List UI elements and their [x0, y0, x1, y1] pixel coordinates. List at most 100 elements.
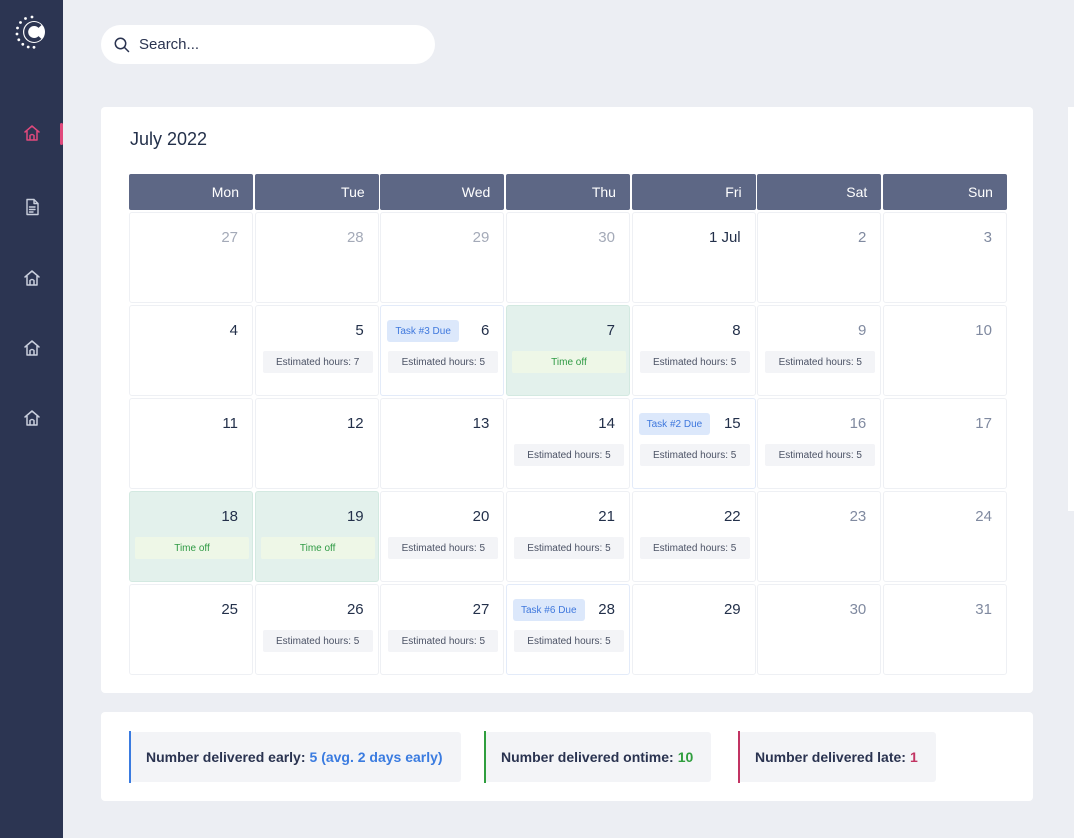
- calendar-day[interactable]: 29: [631, 584, 756, 675]
- estimated-hours-chip: Estimated hours: 5: [639, 444, 750, 466]
- stat-early-label: Number delivered early:: [146, 749, 306, 765]
- day-number: 2: [857, 229, 867, 246]
- day-number: 18: [221, 508, 238, 525]
- calendar-day[interactable]: 12: [254, 398, 379, 489]
- calendar-day[interactable]: 24: [882, 491, 1007, 582]
- stat-late-value: 1: [909, 749, 918, 765]
- calendar-day[interactable]: 4: [129, 305, 253, 396]
- calendar-week: 4 5 Estimated hours: 7 6 Task #3 Due Estimate…: [129, 305, 1007, 396]
- calendar-day[interactable]: 23: [757, 491, 882, 582]
- sidebar: [0, 0, 63, 838]
- estimated-hours-chip: Estimated hours: 7: [262, 351, 373, 373]
- stat-late-label: Number delivered late:: [755, 749, 906, 765]
- search-bar[interactable]: [101, 25, 435, 64]
- calendar-day[interactable]: 5 Estimated hours: 7: [254, 305, 379, 396]
- weekday-wed: Wed: [380, 174, 505, 210]
- nav-home[interactable]: [0, 116, 63, 150]
- day-number: 23: [849, 508, 867, 525]
- day-number: 17: [975, 415, 992, 432]
- calendar-day[interactable]: 14 Estimated hours: 5: [505, 398, 630, 489]
- calendar-day[interactable]: 2: [757, 212, 882, 303]
- day-number: 8: [732, 322, 741, 339]
- day-number: 26: [346, 601, 364, 618]
- nav-home-3[interactable]: [0, 331, 63, 365]
- day-number: 4: [229, 322, 238, 339]
- weekday-sat: Sat: [757, 174, 882, 210]
- calendar-day[interactable]: 28 Task #6 Due Estimated hours: 5: [505, 584, 630, 675]
- calendar-card: July 2022 Mon Tue Wed Thu Fri Sat Sun 27 28 29 30…: [101, 107, 1033, 693]
- day-number: 12: [346, 415, 364, 432]
- calendar-day[interactable]: 25: [129, 584, 253, 675]
- search-input[interactable]: [139, 36, 419, 53]
- day-number: 30: [598, 229, 615, 246]
- estimated-hours-chip: Estimated hours: 5: [513, 630, 624, 652]
- calendar-day[interactable]: 30: [505, 212, 630, 303]
- estimated-hours-chip: Estimated hours: 5: [388, 351, 499, 373]
- calendar-day[interactable]: 9 Estimated hours: 5: [757, 305, 882, 396]
- calendar-day[interactable]: 7 Time off: [505, 305, 630, 396]
- calendar-day[interactable]: 22 Estimated hours: 5: [631, 491, 756, 582]
- brand-logo[interactable]: [14, 14, 50, 50]
- calendar-day[interactable]: 3: [882, 212, 1007, 303]
- calendar-day[interactable]: 13: [380, 398, 505, 489]
- day-number: 3: [983, 229, 992, 246]
- day-number: 21: [598, 508, 615, 525]
- nav-home-4[interactable]: [0, 401, 63, 435]
- calendar-day[interactable]: 1 Jul: [631, 212, 756, 303]
- day-number: 15: [723, 415, 741, 432]
- calendar-grid: Mon Tue Wed Thu Fri Sat Sun 27 28 29 30 1 Jul 2 3 4 5 E…: [129, 174, 1007, 675]
- day-number: 9: [857, 322, 867, 339]
- calendar-day[interactable]: 27: [129, 212, 253, 303]
- adjacent-panel-edge: [1068, 107, 1074, 511]
- stat-early-value: 5 (avg. 2 days early): [309, 749, 443, 765]
- nav-documents[interactable]: [0, 190, 63, 224]
- nav-home-2[interactable]: [0, 261, 63, 295]
- day-number: 16: [849, 415, 867, 432]
- weekday-tue: Tue: [254, 174, 379, 210]
- calendar-day[interactable]: 29: [380, 212, 505, 303]
- calendar-day[interactable]: 6 Task #3 Due Estimated hours: 5: [380, 305, 505, 396]
- calendar-day[interactable]: 27 Estimated hours: 5: [380, 584, 505, 675]
- calendar-day[interactable]: 21 Estimated hours: 5: [505, 491, 630, 582]
- time-off-chip: Time off: [511, 351, 626, 373]
- task-due-badge[interactable]: Task #6 Due: [512, 599, 585, 621]
- calendar-day[interactable]: 15 Task #2 Due Estimated hours: 5: [631, 398, 756, 489]
- calendar-day[interactable]: 18 Time off: [129, 491, 253, 582]
- calendar-week: 27 28 29 30 1 Jul 2 3: [129, 212, 1007, 303]
- calendar-day[interactable]: 19 Time off: [254, 491, 379, 582]
- day-number: 11: [222, 415, 238, 432]
- stat-delivered-late: Number delivered late: 1: [738, 731, 936, 783]
- calendar-weeks: 27 28 29 30 1 Jul 2 3 4 5 Estimated hours: 7 6 Task…: [129, 212, 1007, 675]
- calendar-day[interactable]: 11: [129, 398, 253, 489]
- day-number: 29: [723, 601, 741, 618]
- calendar-week: 25 26 Estimated hours: 5 27 Estimated hours:…: [129, 584, 1007, 675]
- day-number: 10: [975, 322, 992, 339]
- calendar-week: 11 12 13 14 Estimated hours: 5 15 Task #2 Due E…: [129, 398, 1007, 489]
- estimated-hours-chip: Estimated hours: 5: [765, 444, 876, 466]
- calendar-day[interactable]: 31: [882, 584, 1007, 675]
- calendar-day[interactable]: 16 Estimated hours: 5: [757, 398, 882, 489]
- estimated-hours-chip: Estimated hours: 5: [513, 537, 624, 559]
- task-due-badge[interactable]: Task #2 Due: [638, 413, 711, 435]
- day-number: 7: [606, 322, 615, 339]
- home-icon: [23, 125, 40, 141]
- stat-delivered-early: Number delivered early: 5 (avg. 2 days e…: [129, 731, 461, 783]
- time-off-chip: Time off: [135, 537, 249, 559]
- day-number: 19: [346, 508, 364, 525]
- calendar-day[interactable]: 20 Estimated hours: 5: [380, 491, 505, 582]
- calendar-day[interactable]: 8 Estimated hours: 5: [631, 305, 756, 396]
- home-icon: [23, 410, 40, 426]
- calendar-day[interactable]: 28: [254, 212, 379, 303]
- calendar-day[interactable]: 26 Estimated hours: 5: [254, 584, 379, 675]
- day-number: 20: [472, 508, 490, 525]
- estimated-hours-chip: Estimated hours: 5: [388, 630, 499, 652]
- day-number: 30: [849, 601, 867, 618]
- calendar-day[interactable]: 30: [757, 584, 882, 675]
- calendar-day[interactable]: 17: [882, 398, 1007, 489]
- day-number: 13: [472, 415, 490, 432]
- task-due-badge[interactable]: Task #3 Due: [387, 320, 459, 342]
- day-number: 31: [975, 601, 992, 618]
- search-icon: [114, 37, 130, 52]
- calendar-week: 18 Time off 19 Time off 20 Estimated hours: 5…: [129, 491, 1007, 582]
- calendar-day[interactable]: 10: [882, 305, 1007, 396]
